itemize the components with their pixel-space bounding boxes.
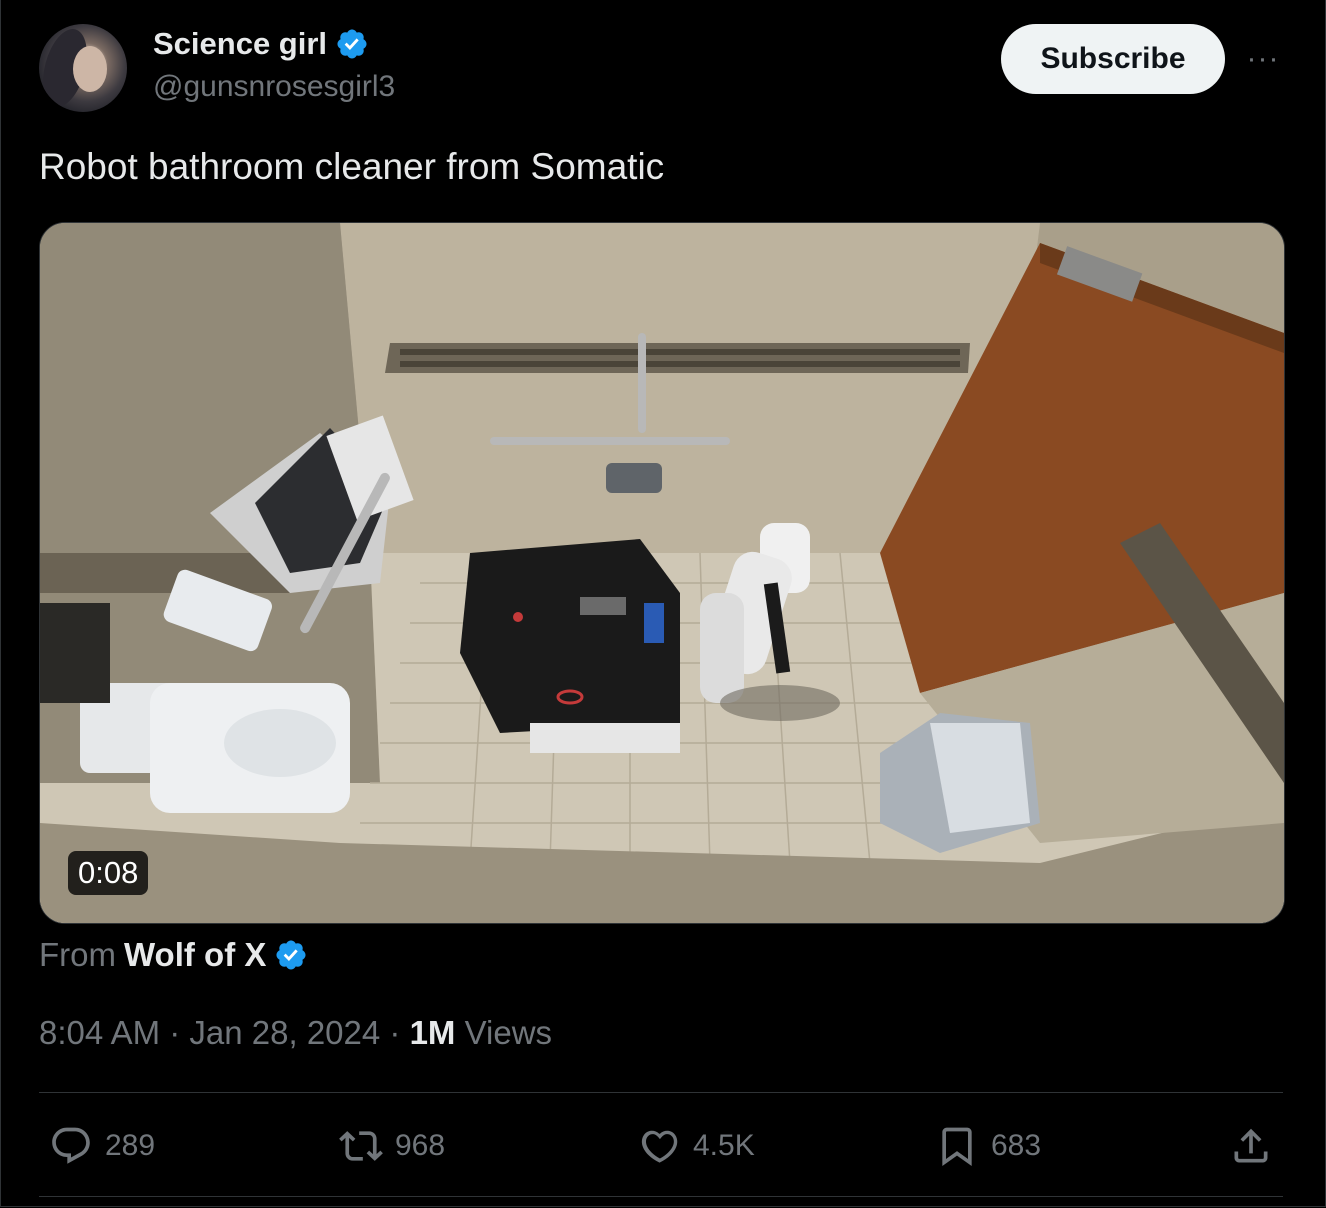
views-label: Views xyxy=(455,1014,553,1051)
source-name[interactable]: Wolf of X xyxy=(124,936,266,974)
reply-icon xyxy=(52,1127,90,1164)
share-button[interactable] xyxy=(1229,1112,1273,1180)
video-player[interactable]: 0:08 xyxy=(39,222,1285,924)
bookmark-icon xyxy=(942,1127,972,1167)
source-prefix: From xyxy=(39,936,116,973)
subscribe-button[interactable]: Subscribe xyxy=(1001,24,1225,94)
meta-separator: · xyxy=(160,1014,190,1051)
heart-icon xyxy=(641,1130,678,1163)
author-handle[interactable]: @gunsnrosesgirl3 xyxy=(153,70,395,104)
like-button[interactable]: 4.5K xyxy=(637,1112,755,1180)
divider xyxy=(39,1196,1283,1197)
repost-button[interactable]: 968 xyxy=(339,1112,445,1180)
verified-badge-icon xyxy=(276,940,306,970)
video-frame-bathroom xyxy=(40,223,1284,923)
tweet-container: Science girl @gunsnrosesgirl3 Subscribe … xyxy=(0,0,1326,1207)
reply-count: 289 xyxy=(105,1129,156,1162)
repost-icon xyxy=(339,1131,383,1161)
bookmark-button[interactable]: 683 xyxy=(935,1112,1041,1180)
video-duration: 0:08 xyxy=(68,851,149,895)
bookmark-count: 683 xyxy=(991,1129,1042,1162)
tweet-date[interactable]: Jan 28, 2024 xyxy=(189,1014,380,1051)
author-name[interactable]: Science girl xyxy=(153,26,327,62)
avatar[interactable] xyxy=(39,24,127,112)
more-horizontal-icon[interactable]: ··· xyxy=(1245,44,1281,74)
author-name-row[interactable]: Science girl xyxy=(153,26,369,62)
tweet-meta: 8:04 AM · Jan 28, 2024 · 1M Views xyxy=(39,1014,552,1052)
divider xyxy=(39,1092,1283,1093)
verified-badge-icon xyxy=(337,29,367,59)
share-icon xyxy=(1234,1128,1268,1163)
repost-count: 968 xyxy=(395,1129,446,1162)
tweet-text: Robot bathroom cleaner from Somatic xyxy=(39,146,665,187)
reply-button[interactable]: 289 xyxy=(49,1112,155,1180)
action-bar: 289 968 4.5K 683 xyxy=(39,1112,1283,1180)
like-count: 4.5K xyxy=(693,1129,755,1162)
meta-separator: · xyxy=(380,1014,410,1051)
views-count: 1M xyxy=(409,1014,456,1051)
tweet-time[interactable]: 8:04 AM xyxy=(39,1014,160,1051)
media-source: From Wolf of X xyxy=(39,936,308,974)
